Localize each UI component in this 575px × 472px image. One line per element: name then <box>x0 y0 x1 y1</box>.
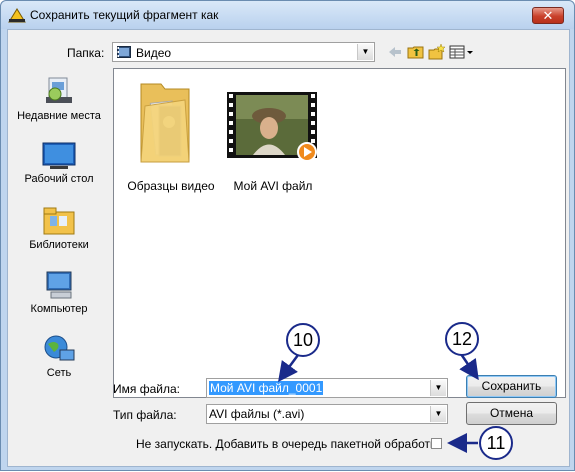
annotation-arrows <box>278 353 479 453</box>
save-dialog-window: Сохранить текущий фрагмент как ✕ Папка: … <box>0 0 575 471</box>
callout-12: 12 <box>445 322 479 356</box>
callout-10: 10 <box>286 323 320 357</box>
callout-11: 11 <box>479 426 513 460</box>
